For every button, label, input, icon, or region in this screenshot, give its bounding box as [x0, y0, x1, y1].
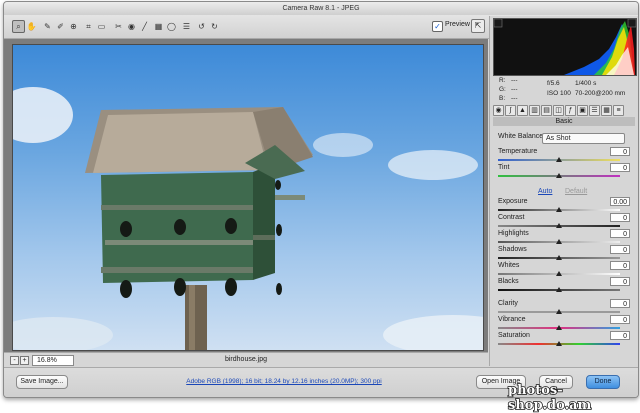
image-preview-area[interactable]	[4, 39, 488, 352]
slider-thumb[interactable]	[556, 207, 562, 212]
camera-raw-window: Camera Raw 8.1 - JPEG ⌕ ✋ ✎ ✐ ⊕ ⌗ ▭ ✂ ◉ …	[3, 1, 639, 398]
slider-thumb[interactable]	[556, 173, 562, 178]
g-value: ---	[511, 86, 518, 93]
slider-label: Whites	[498, 262, 520, 269]
slider-label: Exposure	[498, 198, 528, 205]
adjustments-panel: R: --- G: --- B: --- f/5.6 1/400 s ISO 1…	[489, 16, 638, 366]
slider-value-field[interactable]: 0	[610, 299, 630, 308]
shutter-value: 1/400 s	[575, 80, 597, 87]
slider-value-field[interactable]: 0	[610, 147, 630, 156]
fx-tab-icon[interactable]: ƒ	[565, 104, 576, 116]
slider-thumb[interactable]	[556, 239, 562, 244]
presets-tab-icon[interactable]: ☰	[589, 104, 600, 116]
slider-value-field[interactable]: 0	[610, 213, 630, 222]
r-value: ---	[511, 77, 518, 84]
snapshots-tab-icon[interactable]: ▦	[601, 104, 612, 116]
slider-thumb[interactable]	[556, 309, 562, 314]
straighten-icon[interactable]: ▭	[95, 20, 108, 33]
crop-icon[interactable]: ⌗	[82, 20, 95, 33]
workflow-options-link[interactable]: Adobe RGB (1998); 16 bit; 18.24 by 12.16…	[154, 378, 414, 385]
slider-value-field[interactable]: 0	[610, 163, 630, 172]
tone-curve-tab-icon[interactable]: ∫	[505, 104, 516, 116]
birdhouse-image	[13, 87, 483, 350]
lens-value: 70-200@200 mm	[575, 90, 626, 97]
panel-tabs: ◉ ∫ ▲ ▥ ▤ ◫ ƒ ▣ ☰ ▦ ≡	[493, 104, 635, 116]
adjustment-brush-icon[interactable]: ╱	[138, 20, 151, 33]
rotate-cw-icon[interactable]: ↻	[208, 20, 221, 33]
white-balance-icon[interactable]: ✎	[41, 20, 54, 33]
hsl-tab-icon[interactable]: ▥	[529, 104, 540, 116]
red-eye-icon[interactable]: ◉	[125, 20, 138, 33]
slider-value-field[interactable]: 0	[610, 331, 630, 340]
b-label: B:	[499, 95, 506, 102]
slider-value-field[interactable]: 0	[610, 229, 630, 238]
white-balance-label: White Balance:	[498, 133, 546, 140]
default-link[interactable]: Default	[565, 188, 587, 195]
slider-thumb[interactable]	[556, 223, 562, 228]
status-bar: - + 16.8% birdhouse.jpg	[4, 352, 488, 367]
slider-thumb[interactable]	[556, 325, 562, 330]
slider-value-field[interactable]: 0	[610, 261, 630, 270]
hand-icon[interactable]: ✋	[25, 20, 38, 33]
targeted-adjustment-icon[interactable]: ⊕	[67, 20, 80, 33]
window-title: Camera Raw 8.1 - JPEG	[4, 2, 638, 16]
zoom-icon[interactable]: ⌕	[12, 20, 25, 33]
watermark: photos-shop.do.am	[507, 382, 592, 413]
slider-value-field[interactable]: 0	[610, 315, 630, 324]
save-image-button[interactable]: Save Image...	[16, 375, 68, 389]
slider-thumb[interactable]	[556, 271, 562, 276]
slider-value-field[interactable]: 0.00	[610, 197, 630, 206]
slider-label: Blacks	[498, 278, 519, 285]
basic-tab-icon[interactable]: ◉	[493, 104, 504, 116]
preview-label: Preview	[445, 21, 470, 28]
fullscreen-icon[interactable]: ⇱	[471, 19, 485, 33]
slider-value-field[interactable]: 0	[610, 245, 630, 254]
slider-label: Saturation	[498, 332, 530, 339]
b-value: ---	[511, 95, 518, 102]
color-sampler-icon[interactable]: ✐	[54, 20, 67, 33]
slider-label: Shadows	[498, 246, 527, 253]
radial-filter-icon[interactable]: ◯	[165, 20, 178, 33]
filename-label: birdhouse.jpg	[224, 356, 268, 363]
iso-value: ISO 100	[547, 90, 571, 97]
slider-label: Temperature	[498, 148, 538, 155]
slider-label: Clarity	[498, 300, 518, 307]
slider-label: Tint	[498, 164, 510, 171]
g-label: G:	[499, 86, 506, 93]
slider-value-field[interactable]: 0	[610, 277, 630, 286]
panel-title: Basic	[493, 117, 635, 126]
slider-thumb[interactable]	[556, 341, 562, 346]
slider-label: Contrast	[498, 214, 525, 221]
preview-checkbox[interactable]: ✓	[432, 21, 443, 32]
photo-birdhouse[interactable]	[12, 44, 484, 351]
detail-tab-icon[interactable]: ▲	[517, 104, 528, 116]
slider-thumb[interactable]	[556, 287, 562, 292]
auto-link[interactable]: Auto	[538, 188, 552, 195]
preferences-icon[interactable]: ☰	[180, 20, 193, 33]
split-toning-tab-icon[interactable]: ▤	[541, 104, 552, 116]
graduated-filter-icon[interactable]: ▦	[152, 20, 165, 33]
spot-removal-icon[interactable]: ✂	[112, 20, 125, 33]
camera-calibration-tab-icon[interactable]: ▣	[577, 104, 588, 116]
slider-label: Highlights	[498, 230, 529, 237]
histogram-graph	[493, 18, 637, 75]
histogram	[493, 18, 637, 76]
white-balance-select[interactable]: As Shot	[542, 133, 625, 144]
lens-corrections-tab-icon[interactable]: ◫	[553, 104, 564, 116]
slider-thumb[interactable]	[556, 157, 562, 162]
rotate-ccw-icon[interactable]: ↺	[195, 20, 208, 33]
aperture-value: f/5.6	[547, 80, 560, 87]
slider-label: Vibrance	[498, 316, 526, 323]
r-label: R:	[499, 77, 506, 84]
slider-thumb[interactable]	[556, 255, 562, 260]
info-readout: R: --- G: --- B: --- f/5.6 1/400 s ISO 1…	[493, 76, 635, 104]
panel-menu-icon[interactable]: ≡	[613, 104, 624, 116]
